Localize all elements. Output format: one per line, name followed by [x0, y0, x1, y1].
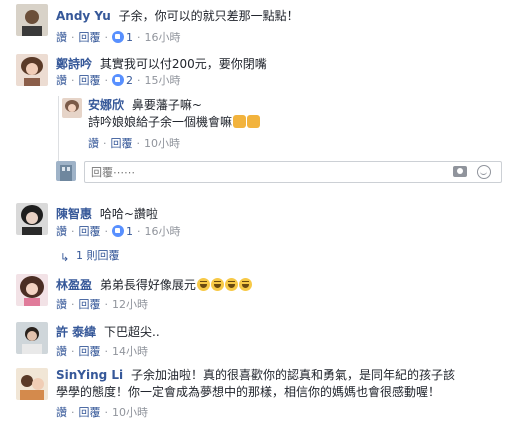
reply-link[interactable]: 回覆	[79, 406, 101, 419]
comment-text-continued: 詩吟娘娘給子余一個機會嘛	[88, 115, 233, 129]
replies-count[interactable]: 1 則回覆	[76, 249, 120, 262]
comment-text: 其實我可以付200元，要你閉嘴	[99, 57, 267, 71]
like-link[interactable]: 讚	[56, 345, 67, 358]
timestamp[interactable]: 14小時	[112, 345, 148, 358]
pointing-hand-icon	[247, 115, 261, 128]
like-link[interactable]: 讚	[56, 74, 67, 87]
commenter-name[interactable]: Andy Yu	[56, 9, 111, 23]
like-link[interactable]: 讚	[56, 31, 67, 44]
like-link[interactable]: 讚	[56, 298, 67, 311]
comment-text: 哈哈~讚啦	[99, 207, 158, 221]
reply-input[interactable]	[85, 162, 415, 182]
comment-text: 鼻要藩子嘛~	[131, 98, 202, 112]
avatar[interactable]	[16, 54, 48, 86]
timestamp[interactable]: 12小時	[112, 298, 148, 311]
commenter-name[interactable]: 鄭詩吟	[56, 57, 92, 71]
reply-link[interactable]: 回覆	[79, 345, 101, 358]
thumbs-up-icon	[112, 31, 124, 43]
avatar[interactable]	[16, 274, 48, 306]
reply-box	[84, 161, 502, 183]
comment-actions: 讚 · 回覆 · 2 · 15小時	[56, 74, 181, 87]
like-link[interactable]: 讚	[56, 406, 67, 419]
like-link[interactable]: 讚	[56, 225, 67, 238]
reply-link[interactable]: 回覆	[79, 31, 101, 44]
view-replies-link[interactable]: ↳ 1 則回覆	[60, 249, 120, 264]
timestamp[interactable]: 10小時	[112, 406, 148, 419]
current-user-avatar	[56, 161, 76, 181]
reply-link[interactable]: 回覆	[79, 225, 101, 238]
laughing-emoji-icon	[238, 278, 252, 291]
comment-actions: 讚 · 回覆 · 10小時	[56, 406, 148, 419]
commenter-name[interactable]: 陳智惠	[56, 207, 92, 221]
reply-link[interactable]: 回覆	[79, 74, 101, 87]
like-count[interactable]: 2	[126, 74, 133, 87]
commenter-name[interactable]: 許 泰緯	[56, 325, 96, 339]
comment-chen-zhihui: 陳智惠 哈哈~讚啦 讚 · 回覆 · 1 · 16小時 ↳ 1 則回覆	[0, 200, 511, 266]
like-link[interactable]: 讚	[88, 137, 99, 150]
comment-actions: 讚 · 回覆 · 14小時	[56, 345, 148, 358]
comment-text: 子余加油啦！真的很喜歡你的認真和勇氣，是同年紀的孩子該	[131, 368, 456, 382]
avatar[interactable]	[16, 322, 48, 354]
avatar[interactable]	[62, 98, 82, 118]
avatar[interactable]	[16, 203, 48, 235]
timestamp[interactable]: 10小時	[144, 137, 180, 150]
timestamp[interactable]: 16小時	[145, 225, 181, 238]
pointing-hand-icon	[233, 115, 247, 128]
timestamp[interactable]: 15小時	[145, 74, 181, 87]
avatar[interactable]	[16, 368, 48, 400]
comment-lin-yingying: 林盈盈 弟弟長得好像展元 讚 · 回覆 · 12小時	[0, 272, 511, 316]
comment-sinying-li: SinYing Li 子余加油啦！真的很喜歡你的認真和勇氣，是同年紀的孩子該 學…	[0, 364, 511, 425]
comment-text: 弟弟長得好像展元	[99, 278, 196, 292]
comment-zheng-shiyin: 鄭詩吟 其實我可以付200元，要你閉嘴 讚 · 回覆 · 2 · 15小時	[0, 50, 511, 94]
comment-text-continued: 學學的態度！你一定會成為夢想中的那樣，相信你的媽媽也會很感動喔！	[56, 385, 441, 399]
commenter-name[interactable]: 安娜欣	[88, 98, 124, 112]
smiley-icon[interactable]	[477, 165, 491, 179]
laughing-emoji-icon	[210, 278, 224, 291]
comment-actions: 讚 · 回覆 · 1 · 16小時	[56, 31, 181, 44]
comment-text: 子余，你可以的就只差那一點點！	[118, 9, 299, 23]
reply-link[interactable]: 回覆	[111, 137, 133, 150]
comment-text: 下巴超尖..	[104, 325, 160, 339]
reply-arrow-icon: ↳	[60, 251, 70, 264]
like-count[interactable]: 1	[126, 225, 133, 238]
laughing-emoji-icon	[224, 278, 238, 291]
timestamp[interactable]: 16小時	[145, 31, 181, 44]
reply-link[interactable]: 回覆	[79, 298, 101, 311]
laughing-emoji-icon	[196, 278, 210, 291]
camera-icon[interactable]	[453, 166, 467, 177]
commenter-name[interactable]: SinYing Li	[56, 368, 123, 382]
avatar[interactable]	[16, 4, 48, 36]
comment-actions: 讚 · 回覆 · 10小時	[88, 137, 180, 150]
comment-andy-yu: Andy Yu 子余，你可以的就只差那一點點！ 讚 · 回覆 · 1 · 16小時	[0, 0, 511, 50]
thumbs-up-icon	[112, 225, 124, 237]
comment-xu-taiwei: 許 泰緯 下巴超尖.. 讚 · 回覆 · 14小時	[0, 318, 511, 362]
comment-actions: 讚 · 回覆 · 1 · 16小時	[56, 225, 181, 238]
thumbs-up-icon	[112, 74, 124, 86]
reply-an-naxin: 安娜欣 鼻要藩子嘛~ 詩吟娘娘給子余一個機會嘛 讚 · 回覆 · 10小時	[0, 96, 511, 156]
like-count[interactable]: 1	[126, 31, 133, 44]
commenter-name[interactable]: 林盈盈	[56, 278, 92, 292]
comment-actions: 讚 · 回覆 · 12小時	[56, 298, 148, 311]
